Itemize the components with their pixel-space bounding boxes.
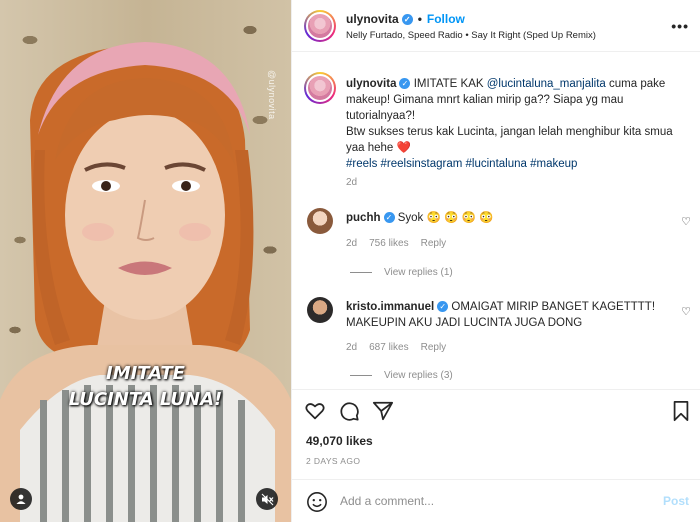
post-panel: ulynovita ✓ • Follow Nelly Furtado, Speed R… <box>291 0 700 522</box>
like-comment-heart-icon[interactable]: ♡ <box>681 305 691 318</box>
comment-bubble-icon[interactable] <box>338 400 360 422</box>
caption-text-before: IMITATE KAK <box>413 78 487 90</box>
like-heart-icon[interactable] <box>304 400 326 422</box>
author-avatar[interactable] <box>304 10 336 42</box>
reel-video[interactable]: @ulynovita IMITATE LUCINTA LUNA! <box>0 0 291 522</box>
verified-badge-icon: ✓ <box>399 78 411 90</box>
tagged-user-button[interactable] <box>10 488 32 510</box>
post-comment-button[interactable]: Post <box>663 494 689 508</box>
comment-input[interactable] <box>340 490 640 512</box>
follow-button[interactable]: Follow <box>427 12 465 26</box>
emoji-icon[interactable] <box>306 491 328 513</box>
view-replies-button[interactable]: View replies (1) <box>350 267 453 278</box>
caption-hashtags[interactable]: #reels #reelsinstagram #lucintaluna #mak… <box>346 158 577 170</box>
commenter-avatar[interactable] <box>307 297 333 323</box>
video-text-line2: LUCINTA LUNA! <box>68 389 223 410</box>
comment-time[interactable]: 2d <box>346 238 357 249</box>
author-username[interactable]: ulynovita <box>346 12 399 26</box>
caption-username[interactable]: ulynovita <box>346 78 396 90</box>
more-options-icon[interactable]: ••• <box>671 18 689 34</box>
mute-button[interactable] <box>256 488 278 510</box>
caption-time[interactable]: 2d <box>346 177 357 188</box>
caption-author-avatar[interactable] <box>304 72 336 104</box>
video-watermark: @ulynovita <box>267 70 277 120</box>
reply-button[interactable]: Reply <box>421 342 447 353</box>
share-paper-plane-icon[interactable] <box>372 400 394 422</box>
user-icon <box>16 494 26 504</box>
video-text-line1: IMITATE <box>106 363 185 384</box>
comment-likes[interactable]: 687 likes <box>369 342 408 353</box>
post-header: ulynovita ✓ • Follow Nelly Furtado, Speed R… <box>292 0 700 52</box>
view-replies-button[interactable]: View replies (3) <box>350 370 453 381</box>
caption-mention[interactable]: @lucintaluna_manjalita <box>487 78 606 90</box>
reply-button[interactable]: Reply <box>421 238 447 249</box>
comment-username[interactable]: puchh <box>346 212 381 224</box>
verified-badge-icon: ✓ <box>401 14 413 26</box>
comment-likes[interactable]: 756 likes <box>369 238 408 249</box>
post-date[interactable]: 2 DAYS AGO <box>306 456 360 466</box>
audio-track-link[interactable]: Nelly Furtado, Speed Radio • Say It Righ… <box>346 30 596 41</box>
caption-line2: Btw sukses terus kak Lucinta, jangan lel… <box>346 126 673 154</box>
save-bookmark-icon[interactable] <box>670 400 692 422</box>
likes-count[interactable]: 49,070 likes <box>306 434 373 448</box>
post-actions: 49,070 likes 2 DAYS AGO <box>292 389 700 489</box>
comments-list[interactable]: ulynovita ✓ IMITATE KAK @lucintaluna_manj… <box>292 53 700 389</box>
verified-badge-icon: ✓ <box>437 301 449 313</box>
add-comment-bar: Post <box>292 479 700 522</box>
comment-username[interactable]: kristo.immanuel <box>346 301 434 313</box>
commenter-avatar[interactable] <box>307 208 333 234</box>
verified-badge-icon: ✓ <box>383 212 395 224</box>
comment-time[interactable]: 2d <box>346 342 357 353</box>
like-comment-heart-icon[interactable]: ♡ <box>681 215 691 228</box>
muted-speaker-icon <box>261 493 273 505</box>
person-image <box>0 42 291 522</box>
heart-emoji: ❤️ <box>396 142 411 154</box>
comment-text: Syok 😳 😳 😳 😳 <box>397 212 494 224</box>
